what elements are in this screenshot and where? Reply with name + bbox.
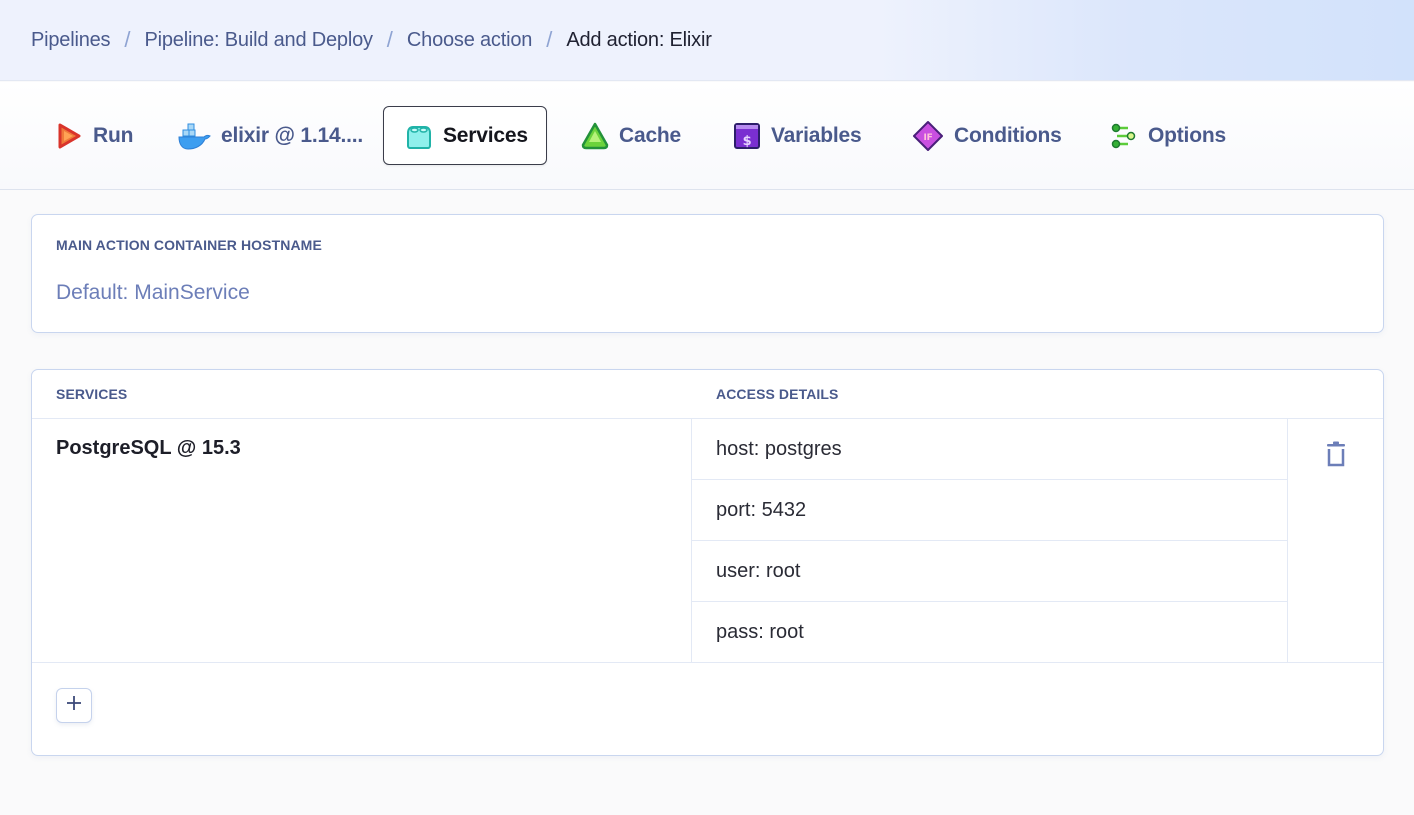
hostname-label: MAIN ACTION CONTAINER HOSTNAME bbox=[56, 237, 322, 253]
breadcrumb-pipeline[interactable]: Pipeline: Build and Deploy bbox=[145, 29, 373, 52]
tab-image[interactable]: elixir @ 1.14.... bbox=[164, 106, 376, 165]
conditions-if-icon: IF bbox=[912, 120, 944, 151]
svg-text:IF: IF bbox=[923, 133, 932, 143]
cache-triangle-icon bbox=[581, 121, 609, 151]
breadcrumb-current: Add action: Elixir bbox=[566, 28, 712, 51]
tab-label: Conditions bbox=[954, 123, 1062, 147]
tab-label: Run bbox=[93, 123, 134, 147]
service-block-icon bbox=[405, 121, 433, 151]
access-details-column-header: ACCESS DETAILS bbox=[716, 386, 839, 402]
variables-dollar-icon: $ bbox=[733, 121, 761, 151]
table-row: PostgreSQL @ 15.3 host: postgres port: 5… bbox=[32, 419, 1383, 663]
access-host: host: postgres bbox=[692, 419, 1287, 480]
tab-conditions[interactable]: IF Conditions bbox=[899, 106, 1075, 165]
services-column-header: SERVICES bbox=[56, 386, 128, 402]
breadcrumb-choose-action[interactable]: Choose action bbox=[407, 29, 532, 52]
tab-cache[interactable]: Cache bbox=[568, 106, 694, 165]
tab-label: elixir @ 1.14.... bbox=[221, 123, 363, 147]
tab-label: Cache bbox=[619, 123, 682, 147]
play-icon bbox=[55, 121, 83, 151]
services-section: SERVICES ACCESS DETAILS PostgreSQL @ 15.… bbox=[31, 369, 1384, 756]
hostname-section: MAIN ACTION CONTAINER HOSTNAME bbox=[31, 214, 1384, 333]
breadcrumb-separator: / bbox=[124, 27, 131, 52]
tab-label: Services bbox=[443, 123, 528, 147]
plus-icon bbox=[66, 695, 82, 716]
options-sliders-icon bbox=[1110, 121, 1138, 151]
tab-run[interactable]: Run bbox=[42, 106, 146, 165]
services-table-header: SERVICES ACCESS DETAILS bbox=[32, 370, 1383, 419]
hostname-input[interactable] bbox=[56, 279, 1356, 307]
breadcrumb-separator: / bbox=[546, 27, 553, 52]
breadcrumb-separator: / bbox=[386, 27, 393, 52]
delete-service-button[interactable] bbox=[1320, 439, 1352, 473]
trash-icon bbox=[1325, 440, 1347, 473]
access-pass: pass: root bbox=[716, 621, 804, 643]
tab-services[interactable]: Services bbox=[383, 106, 547, 165]
breadcrumb-pipelines[interactable]: Pipelines bbox=[31, 29, 111, 52]
add-service-button[interactable] bbox=[56, 688, 92, 723]
access-port: port: 5432 bbox=[692, 480, 1287, 541]
tab-variables[interactable]: $ Variables bbox=[720, 106, 874, 165]
tab-label: Options bbox=[1148, 123, 1226, 147]
service-name[interactable]: PostgreSQL @ 15.3 bbox=[56, 437, 241, 460]
access-details-list: host: postgres port: 5432 user: root pas… bbox=[691, 419, 1288, 663]
access-user: user: root bbox=[692, 541, 1287, 602]
docker-icon bbox=[177, 121, 211, 151]
breadcrumb: Pipelines / Pipeline: Build and Deploy /… bbox=[0, 0, 1414, 81]
action-tabs: Run elixir @ 1.14.... Services Cache $ V… bbox=[0, 82, 1414, 190]
tab-options[interactable]: Options bbox=[1097, 106, 1239, 165]
svg-text:$: $ bbox=[743, 134, 752, 149]
tab-label: Variables bbox=[771, 123, 862, 147]
